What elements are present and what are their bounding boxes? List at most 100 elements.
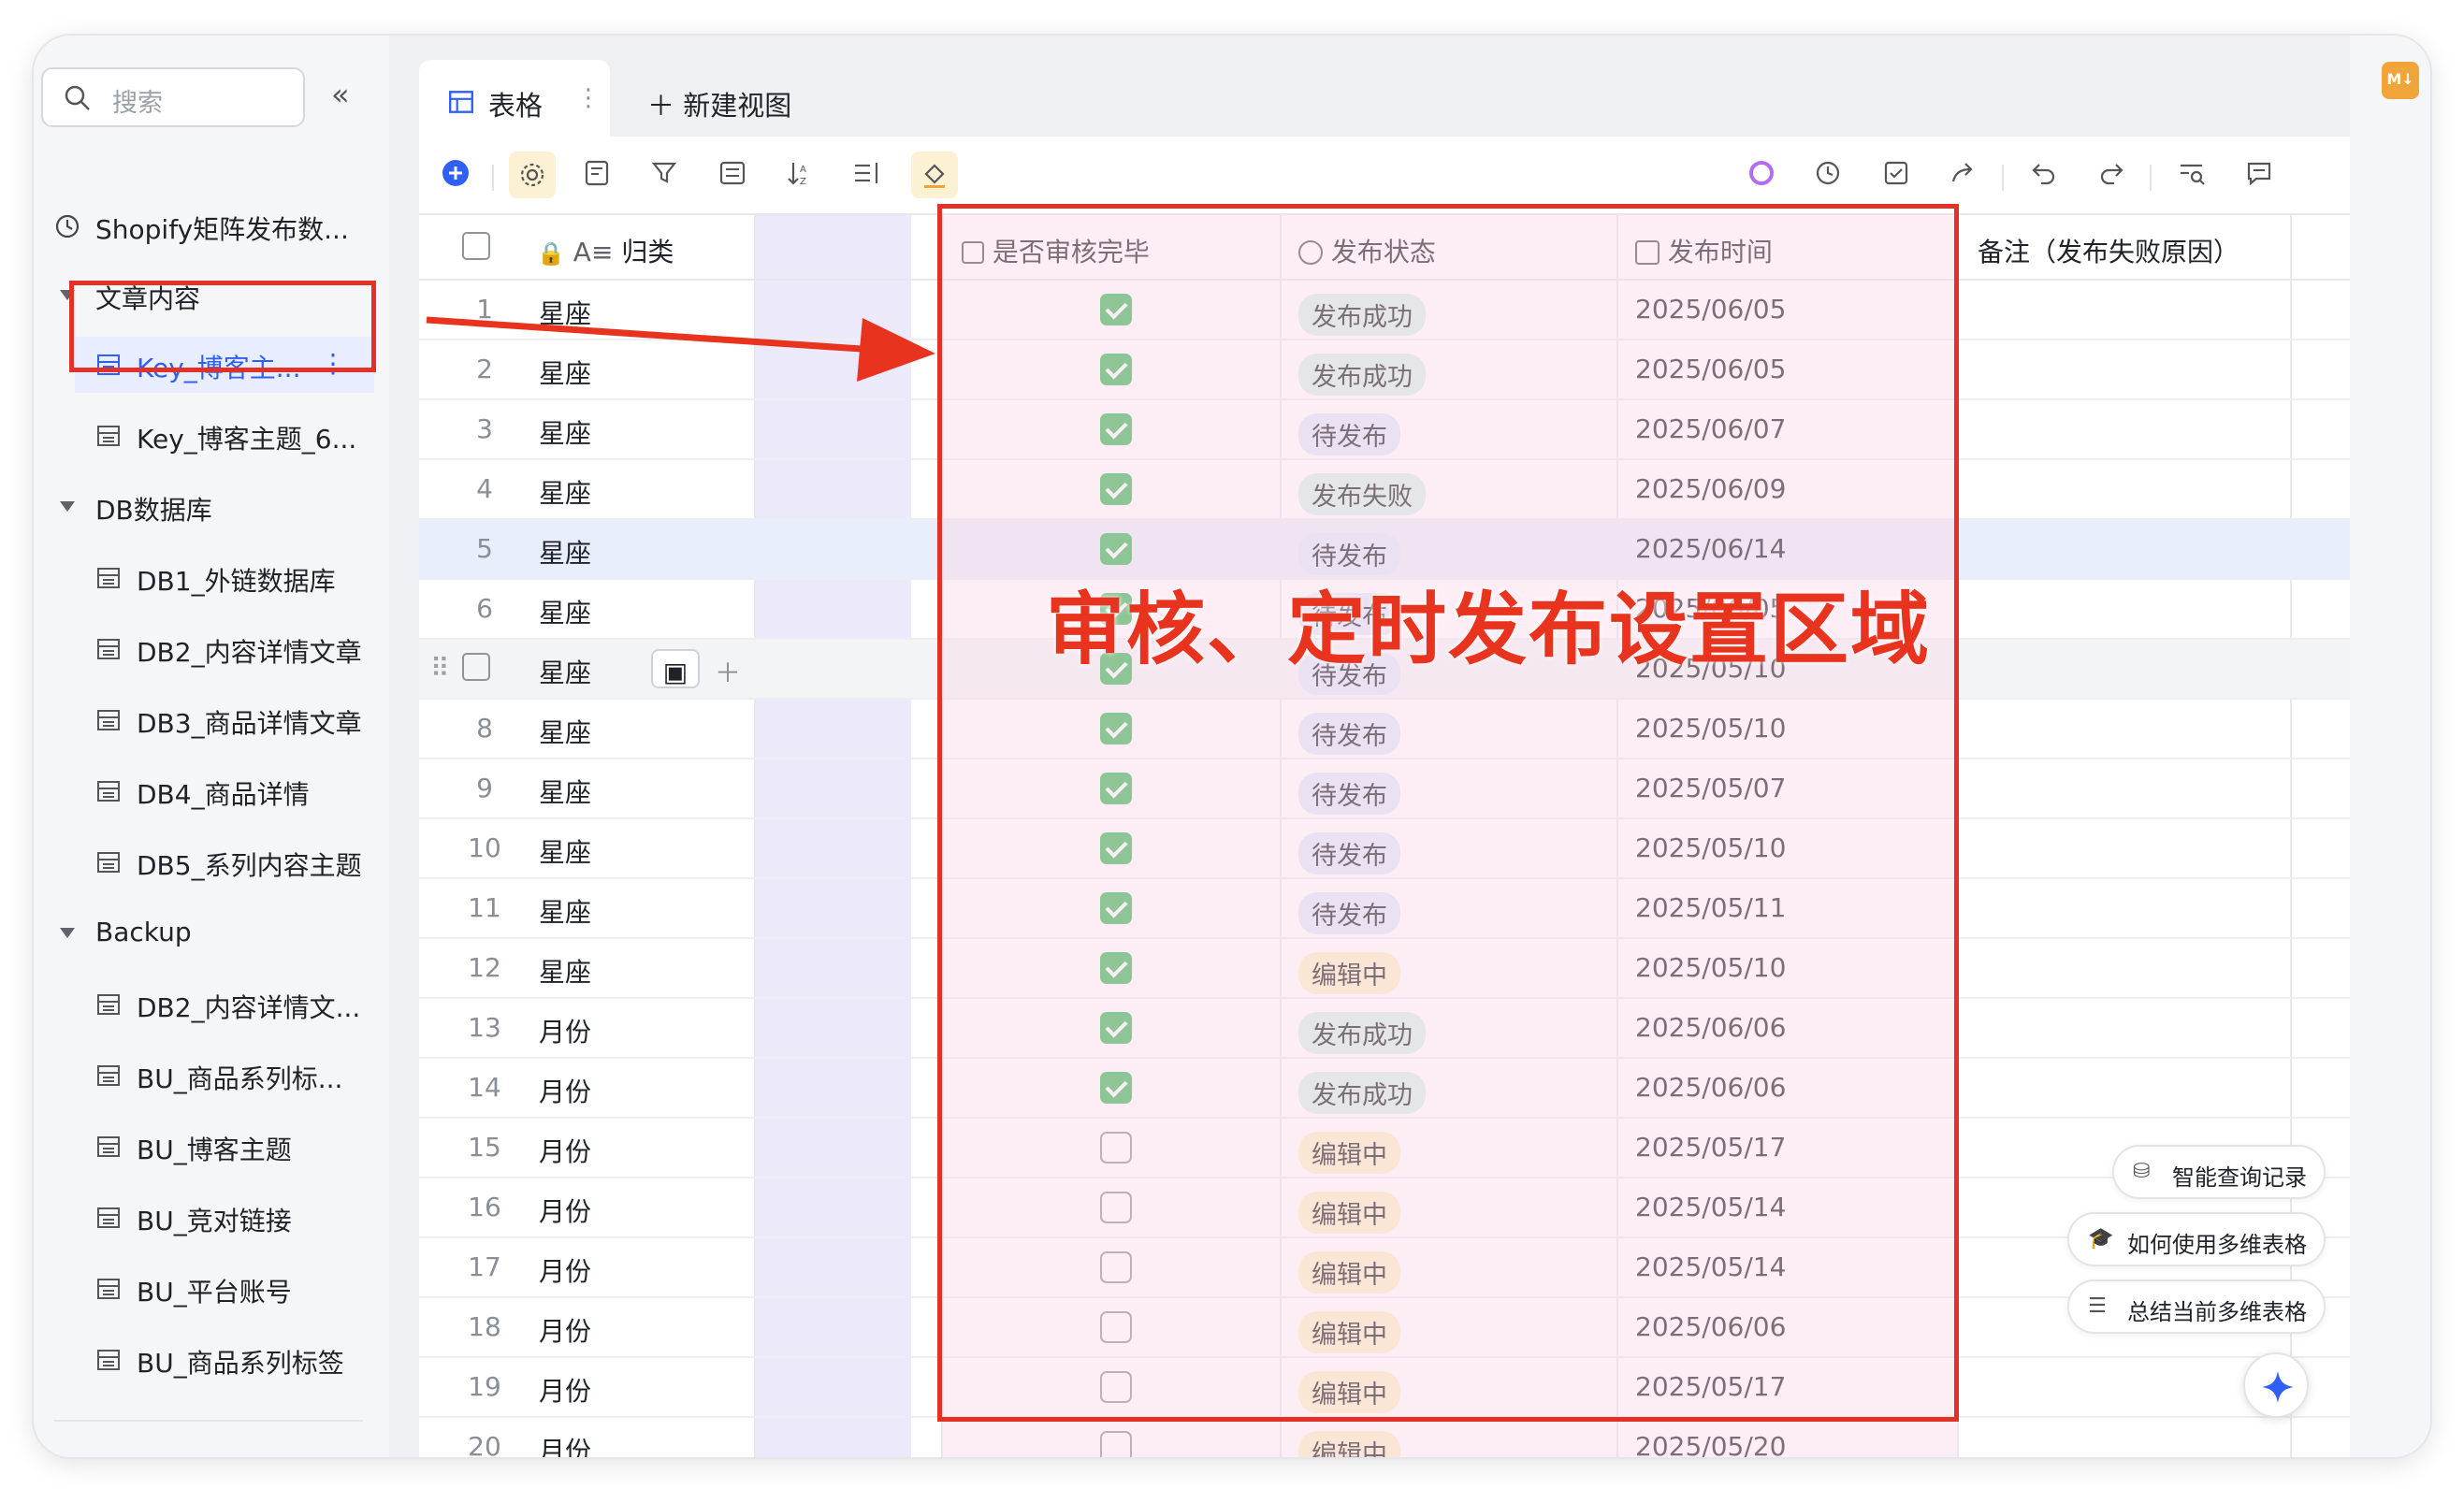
toolbar-divider [492,165,494,191]
sidebar-item-label: DB5_系列内容主题 [137,850,362,881]
sidebar-item[interactable]: BU_竞对链接 [75,1190,421,1246]
annotation-box [937,204,1959,1422]
annotation-label: 审核、定时发布设置区域 [1046,584,1932,675]
category-cell[interactable]: 星座 [539,580,591,638]
column-header-category[interactable]: 🔒 A≡ 归类 [537,215,674,282]
sidebar-item[interactable]: BU_博客主题 [75,1119,421,1175]
category-cell[interactable]: 月份 [539,1418,591,1457]
sidebar-item[interactable]: DB2_内容详情文... [75,976,421,1033]
category-cell[interactable]: 月份 [539,1298,591,1356]
row-number: 3 [476,413,493,444]
summary-icon: ☰ [2088,1294,2107,1318]
category-cell[interactable]: 星座 [539,759,591,817]
category-cell[interactable]: 月份 [539,1358,591,1416]
smart-query-button[interactable]: ⛁ 智能查询记录 [2112,1145,2326,1199]
sidebar-item[interactable]: BU_商品系列标签 [75,1332,421,1388]
automation-icon[interactable] [1811,157,1847,193]
filter-icon[interactable] [647,157,683,193]
svg-text:Z: Z [800,177,806,187]
row-number: 5 [476,533,493,564]
row-checkbox[interactable] [462,640,490,698]
tab-more-icon[interactable]: ⋮ [576,84,601,112]
category-cell[interactable]: 星座 [539,400,591,458]
sidebar-group-backup[interactable]: Backup [34,905,380,961]
sidebar-item[interactable]: BU_平台账号 [75,1261,421,1317]
table-icon [97,710,120,730]
comment-icon[interactable] [2241,157,2277,193]
highlight-box [69,281,376,372]
category-cell[interactable]: 星座 [539,819,591,877]
collapse-sidebar-icon[interactable]: « [331,77,369,114]
column-label: 归类 [621,237,674,267]
row-number: 8 [476,713,493,744]
search-box[interactable]: 搜索 [41,67,305,127]
table-icon [97,1065,120,1086]
table-icon [97,1350,120,1370]
sparkle-icon [2262,1371,2294,1403]
plus-icon: ＋ [647,90,684,122]
graduation-cap-icon: 🎓 [2088,1227,2114,1250]
group-icon[interactable] [715,157,750,193]
grid-view-icon [449,91,473,113]
category-cell[interactable]: 星座 [539,879,591,937]
ai-assistant-icon[interactable] [1744,157,1779,193]
category-cell[interactable]: 月份 [539,1238,591,1296]
sidebar-item[interactable]: DB3_商品详情文章 [75,692,421,748]
markdown-icon[interactable]: M↓ [2382,62,2419,99]
right-panel: M↓ [2350,36,2430,1457]
category-cell[interactable]: 星座 [539,640,591,698]
sidebar-item[interactable]: DB4_商品详情 [75,763,421,819]
category-cell[interactable]: 星座 [539,520,591,578]
group-label: Backup [95,917,192,947]
row-height-icon[interactable] [849,157,885,193]
table-icon [97,781,120,802]
form-icon[interactable] [1878,157,1914,193]
sidebar-item-label: BU_平台账号 [137,1277,292,1308]
redo-icon[interactable] [2094,157,2129,193]
sidebar: 搜索 « Shopify矩阵发布数... 文章内容 Key_博客主... ⋮ K… [34,36,389,1457]
row-number: 4 [476,473,493,504]
app-window: 搜索 « Shopify矩阵发布数... 文章内容 Key_博客主... ⋮ K… [34,36,2430,1457]
sidebar-item-key-blog-2[interactable]: Key_博客主题_6... [75,408,421,464]
ai-sparkle-button[interactable] [2243,1352,2309,1418]
table-icon [97,568,120,588]
sidebar-item[interactable]: DB2_内容详情文章 [75,621,421,677]
row-number: 19 [468,1371,501,1402]
fill-color-icon[interactable] [911,152,958,198]
sidebar-item-label: BU_商品系列标签 [137,1348,344,1379]
category-cell[interactable]: 星座 [539,460,591,518]
insert-row-icon[interactable]: ＋ [715,640,741,698]
row-number: 10 [468,832,501,863]
sidebar-item[interactable]: DB5_系列内容主题 [75,834,421,890]
row-number: 13 [468,1012,501,1043]
category-cell[interactable]: 月份 [539,1178,591,1236]
sidebar-item[interactable]: DB1_外链数据库 [75,550,421,606]
sidebar-item[interactable]: BU_商品系列标... [75,1048,421,1104]
select-all-checkbox[interactable] [462,215,490,282]
group-label: DB数据库 [95,495,212,526]
undo-icon[interactable] [2026,157,2062,193]
sidebar-item-base[interactable]: Shopify矩阵发布数... [34,198,380,254]
drag-handle-icon[interactable]: ⠿ [430,640,450,698]
find-icon[interactable] [2174,157,2210,193]
annotation-arrow-icon [426,316,935,382]
add-record-icon[interactable] [438,157,473,193]
share-icon[interactable] [1946,157,1981,193]
category-cell[interactable]: 月份 [539,1119,591,1177]
table-icon [97,639,120,659]
row-number: 6 [476,593,493,624]
settings-icon[interactable] [509,152,556,198]
category-cell[interactable]: 月份 [539,999,591,1057]
sort-icon[interactable]: AZ [782,157,818,193]
table-icon [97,852,120,873]
column-header-note[interactable]: 备注（发布失败原因） [1978,215,2239,282]
category-cell[interactable]: 星座 [539,700,591,758]
expand-record-icon[interactable]: ▣ [651,649,700,688]
summarize-button[interactable]: ☰ 总结当前多维表格 [2067,1279,2326,1334]
sidebar-group-db[interactable]: DB数据库 [34,479,380,535]
fields-icon[interactable] [580,157,616,193]
category-cell[interactable]: 星座 [539,939,591,997]
how-to-button[interactable]: 🎓 如何使用多维表格 [2067,1212,2326,1266]
new-view-button[interactable]: ＋ 新建视图 [647,84,791,123]
category-cell[interactable]: 月份 [539,1059,591,1117]
